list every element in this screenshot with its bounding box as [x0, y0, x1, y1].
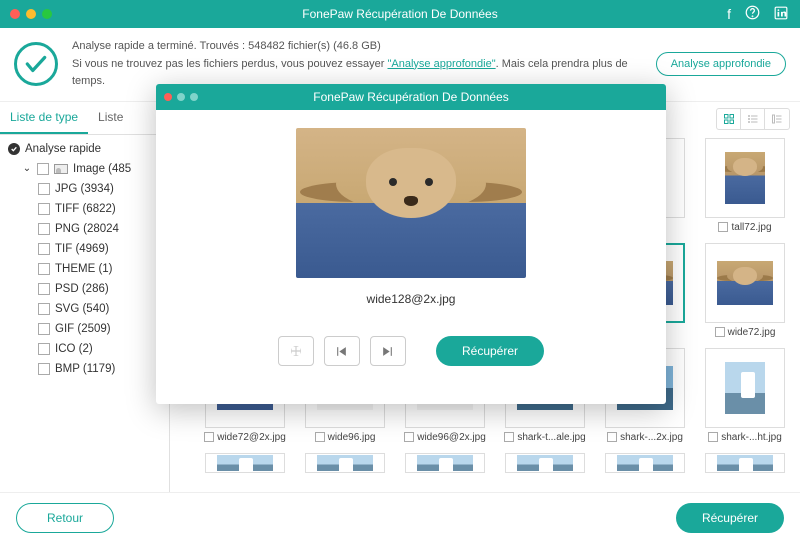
previous-button[interactable]: [324, 336, 360, 366]
view-toggle: [716, 108, 790, 130]
fullscreen-button[interactable]: [278, 336, 314, 366]
thumbnail-image: [417, 455, 473, 471]
tree-item[interactable]: PNG (28024: [0, 219, 169, 239]
recover-button[interactable]: Récupérer: [676, 503, 784, 533]
checkbox[interactable]: [37, 163, 49, 175]
tree-item[interactable]: SVG (540): [0, 299, 169, 319]
preview-image: [296, 128, 526, 278]
tree-item[interactable]: THEME (1): [0, 259, 169, 279]
tree-item[interactable]: BMP (1179): [0, 359, 169, 379]
back-button[interactable]: Retour: [16, 503, 114, 533]
tree-item[interactable]: TIF (4969): [0, 239, 169, 259]
thumbnail-image: [317, 455, 373, 471]
status-line1: Analyse rapide a terminé. Trouvés : 5484…: [72, 38, 642, 56]
thumbnail-image: [217, 455, 273, 471]
chevron-down-icon: ⌄: [22, 163, 32, 174]
thumbnail-image: [717, 455, 773, 471]
tab-path-list[interactable]: Liste: [88, 102, 133, 134]
preview-filename: wide128@2x.jpg: [174, 292, 648, 306]
grid-item[interactable]: [700, 453, 790, 473]
modal-title: FonePaw Récupération De Données: [313, 90, 508, 104]
grid-item[interactable]: [500, 453, 590, 473]
next-button[interactable]: [370, 336, 406, 366]
grid-item[interactable]: tall72.jpg: [700, 138, 790, 233]
thumbnail-image: [725, 362, 765, 414]
help-icon[interactable]: [745, 5, 760, 23]
grid-item[interactable]: [400, 453, 490, 473]
tree-item[interactable]: ICO (2): [0, 339, 169, 359]
tree-quick-scan[interactable]: Analyse rapide: [0, 139, 169, 159]
app-title: FonePaw Récupération De Données: [302, 7, 497, 21]
file-tree: Analyse rapide ⌄ Image (485 JPG (3934) T…: [0, 135, 169, 379]
detail-view-button[interactable]: [765, 109, 789, 129]
linkedin-icon[interactable]: [774, 6, 788, 23]
grid-item[interactable]: shark-...ht.jpg: [700, 348, 790, 443]
grid-view-button[interactable]: [717, 109, 741, 129]
grid-item[interactable]: [600, 453, 690, 473]
tab-type-list[interactable]: Liste de type: [0, 102, 88, 134]
thumbnail-image: [717, 261, 773, 305]
grid-item[interactable]: [200, 453, 290, 473]
titlebar: FonePaw Récupération De Données f: [0, 0, 800, 28]
tree-item[interactable]: TIFF (6822): [0, 199, 169, 219]
facebook-icon[interactable]: f: [727, 6, 731, 22]
tree-image-group[interactable]: ⌄ Image (485: [0, 159, 169, 179]
thumbnail-image: [617, 455, 673, 471]
deep-scan-link[interactable]: "Analyse approfondie": [388, 58, 496, 70]
tree-item[interactable]: GIF (2509): [0, 319, 169, 339]
footer: Retour Récupérer: [0, 492, 800, 542]
modal-close-button[interactable]: [164, 93, 172, 101]
window-close-button[interactable]: [10, 9, 20, 19]
window-minimize-button[interactable]: [26, 9, 36, 19]
modal-recover-button[interactable]: Récupérer: [436, 336, 544, 366]
modal-titlebar: FonePaw Récupération De Données: [156, 84, 666, 110]
list-view-button[interactable]: [741, 109, 765, 129]
modal-maximize-button[interactable]: [190, 93, 198, 101]
window-maximize-button[interactable]: [42, 9, 52, 19]
preview-modal: FonePaw Récupération De Données wide128@…: [156, 84, 666, 404]
deep-scan-button[interactable]: Analyse approfondie: [656, 52, 786, 76]
grid-item[interactable]: [300, 453, 390, 473]
thumbnail-image: [725, 152, 765, 204]
image-icon: [54, 164, 68, 174]
grid-item[interactable]: wide72.jpg: [700, 243, 790, 338]
tree-item[interactable]: PSD (286): [0, 279, 169, 299]
complete-check-icon: [14, 42, 58, 86]
thumbnail-image: [517, 455, 573, 471]
modal-minimize-button[interactable]: [177, 93, 185, 101]
tree-item[interactable]: JPG (3934): [0, 179, 169, 199]
sidebar: Liste de type Liste Analyse rapide ⌄ Ima…: [0, 102, 170, 500]
